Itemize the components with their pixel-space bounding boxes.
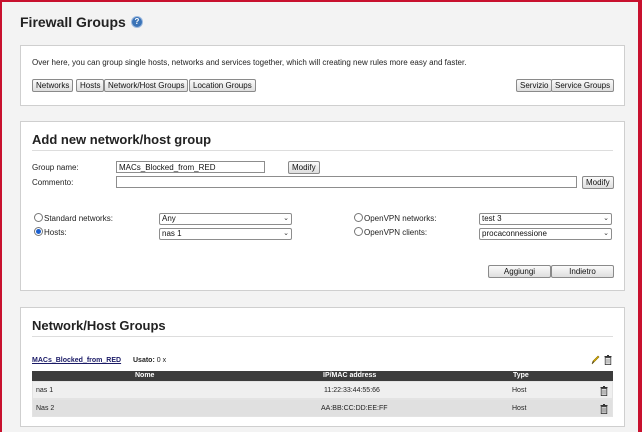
row-type: Host [512,387,527,394]
standard-networks-label: Standard networks: [44,214,113,223]
column-header-type: Type [513,372,529,379]
trash-icon[interactable] [604,355,612,365]
row-address: AA:BB:CC:DD:EE:FF [321,405,388,412]
openvpn-networks-label: OpenVPN networks: [364,214,437,223]
row-name: Nas 2 [36,405,55,412]
chevron-down-icon: ⌄ [283,215,289,222]
networks-button[interactable]: Networks [32,79,74,92]
group-name-modify-button[interactable]: Modify [288,161,320,174]
standard-networks-radio[interactable] [34,213,43,222]
hosts-label: Hosts: [44,228,67,237]
chevron-down-icon: ⌄ [603,230,609,237]
trash-icon[interactable] [600,404,608,414]
servizio-button[interactable]: Servizio [516,79,553,92]
location-groups-button[interactable]: Location Groups [189,79,256,92]
service-groups-button[interactable]: Service Groups [551,79,615,92]
back-button[interactable]: Indietro [551,265,614,278]
hosts-radio[interactable] [34,227,43,236]
page-title: Firewall Groups [20,14,126,30]
group-usage: Usato: 0 x [133,357,166,364]
groups-title: Network/Host Groups [32,318,166,333]
table-header: Nome IP/MAC address Type [32,371,613,381]
column-header-name: Nome [135,372,155,379]
standard-networks-value: Any [162,214,176,223]
usage-label: Usato: [133,357,155,364]
table-row: Nas 2 AA:BB:CC:DD:EE:FF Host [32,399,613,417]
intro-panel: Over here, you can group single hosts, n… [20,45,625,106]
openvpn-clients-radio[interactable] [354,227,363,236]
row-address: 11:22:33:44:55:66 [324,387,380,394]
add-group-panel: Add new network/host group Group name: M… [20,121,625,291]
add-group-title: Add new network/host group [32,132,212,147]
hosts-button[interactable]: Hosts [76,79,105,92]
comment-input[interactable] [116,176,577,188]
row-name: nas 1 [36,387,54,394]
usage-value: 0 x [156,357,167,364]
openvpn-clients-select[interactable]: procaconnessione ⌄ [479,228,612,240]
openvpn-clients-value: procaconnessione [482,229,547,238]
add-button[interactable]: Aggiungi [488,265,551,278]
app-frame: Firewall Groups ? Over here, you can gro… [2,2,638,432]
standard-networks-select[interactable]: Any ⌄ [159,213,292,225]
comment-label: Commento: [32,178,74,187]
openvpn-clients-label: OpenVPN clients: [364,228,428,237]
section-divider [32,150,613,151]
section-divider [32,336,613,337]
comment-modify-button[interactable]: Modify [582,176,614,189]
help-icon[interactable]: ? [132,17,142,27]
hosts-value: nas 1 [162,229,182,238]
openvpn-networks-radio[interactable] [354,213,363,222]
column-header-address: IP/MAC address [323,372,377,379]
group-name-link[interactable]: MACs_Blocked_from_RED [32,357,121,364]
group-name-label: Group name: [32,163,79,172]
chevron-down-icon: ⌄ [283,230,289,237]
row-type: Host [512,405,527,412]
groups-panel: Network/Host Groups MACs_Blocked_from_RE… [20,307,625,427]
intro-text: Over here, you can group single hosts, n… [32,58,467,67]
group-name-input[interactable] [116,161,265,173]
openvpn-networks-value: test 3 [482,214,502,223]
network-host-groups-button[interactable]: Network/Host Groups [104,79,189,92]
openvpn-networks-select[interactable]: test 3 ⌄ [479,213,612,225]
trash-icon[interactable] [600,386,608,396]
table-row: nas 1 11:22:33:44:55:66 Host [32,381,613,399]
chevron-down-icon: ⌄ [603,215,609,222]
hosts-select[interactable]: nas 1 ⌄ [159,228,292,240]
pencil-icon[interactable] [590,355,600,366]
